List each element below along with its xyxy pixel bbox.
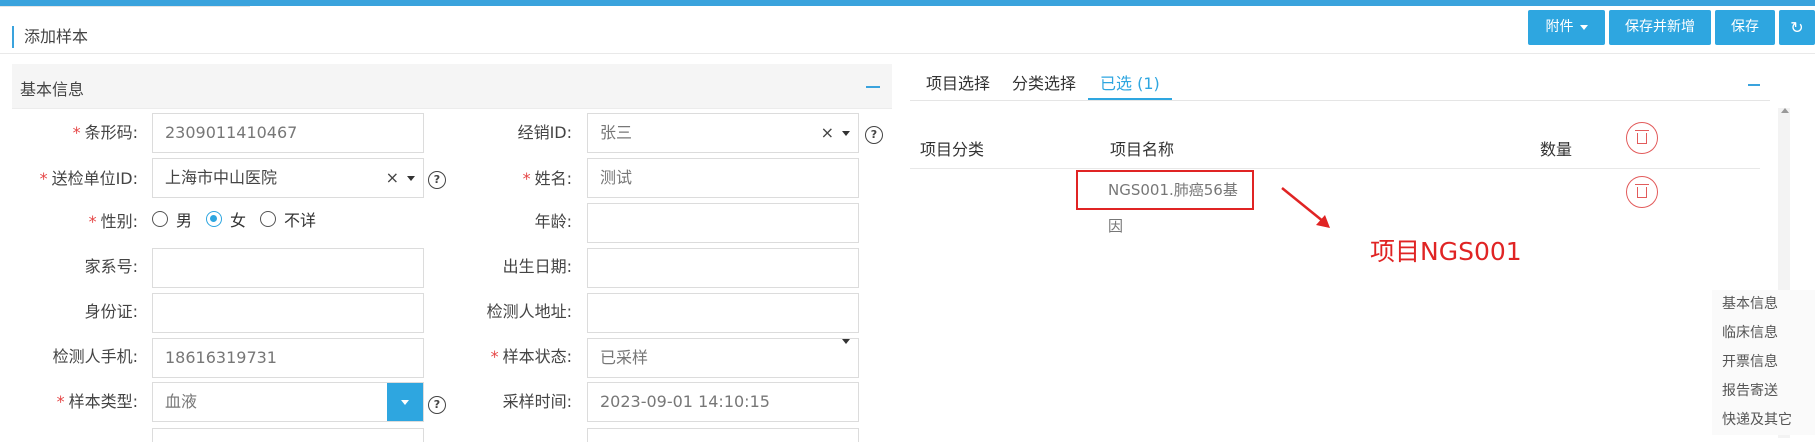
- side-nav-item-invoice[interactable]: 开票信息: [1712, 348, 1815, 377]
- table-row-name: NGS001.肺癌56基因: [1076, 170, 1254, 235]
- basic-info-title: 基本信息: [20, 80, 85, 99]
- side-nav-item-basic[interactable]: 基本信息: [1712, 290, 1815, 319]
- clear-icon[interactable]: ×: [821, 114, 834, 152]
- tab-selected[interactable]: 已选 (1): [1088, 70, 1172, 100]
- chevron-down-icon: [407, 175, 415, 181]
- collapse-icon[interactable]: [1748, 84, 1760, 86]
- toolbar: 附件 保存并新增 保存 ↻: [1528, 10, 1815, 45]
- radio-icon: [260, 211, 277, 227]
- sample-time-label: 采样时间:: [502, 392, 572, 411]
- unit-select[interactable]: 上海市中山医院 ×: [152, 158, 424, 198]
- idcard-label: 身份证:: [84, 302, 138, 321]
- sample-time-input[interactable]: 2023-09-01 14:10:15: [587, 382, 859, 422]
- side-nav-item-report[interactable]: 报告寄送: [1712, 377, 1815, 406]
- title-divider: [0, 53, 1815, 54]
- chevron-down-icon: [842, 339, 850, 344]
- side-nav: 基本信息 临床信息 开票信息 报告寄送 快递及其它: [1712, 290, 1815, 435]
- tab-project-select[interactable]: 项目选择: [926, 70, 990, 100]
- clear-icon[interactable]: ×: [386, 159, 399, 197]
- annotation-text: 项目NGS001: [1370, 237, 1522, 266]
- age-input[interactable]: [587, 203, 859, 243]
- top-accent-bar: [0, 0, 1815, 6]
- tab-bar: 项目选择 分类选择 已选 (1): [910, 62, 1770, 101]
- address-label: 检测人地址:: [486, 302, 572, 321]
- scroll-up-icon[interactable]: [1781, 108, 1789, 113]
- save-button[interactable]: 保存: [1715, 10, 1775, 45]
- gender-option-male[interactable]: 男: [152, 207, 192, 231]
- gender-option-female[interactable]: 女: [206, 207, 246, 231]
- barcode-label: * 条形码:: [72, 123, 138, 142]
- status-select[interactable]: 已采样: [587, 338, 859, 378]
- refresh-button[interactable]: ↻: [1779, 10, 1815, 45]
- col-qty: 数量: [1540, 140, 1573, 159]
- side-nav-item-express[interactable]: 快递及其它: [1712, 406, 1815, 435]
- col-name: 项目名称: [1110, 140, 1175, 159]
- family-input[interactable]: [152, 248, 424, 288]
- birth-label: 出生日期:: [502, 257, 572, 276]
- radio-checked-icon: [206, 211, 223, 227]
- attach-label: 附件: [1545, 19, 1574, 35]
- chevron-down-icon: [401, 399, 409, 405]
- unit-label: * 送检单位ID:: [39, 169, 138, 188]
- save-and-new-button[interactable]: 保存并新增: [1609, 10, 1711, 45]
- age-label: 年龄:: [534, 212, 572, 231]
- sales-id-select[interactable]: 张三 ×: [587, 113, 859, 153]
- type-select[interactable]: 血液: [152, 382, 424, 422]
- radio-icon: [152, 211, 168, 227]
- phone-input[interactable]: 18616319731: [152, 338, 424, 378]
- top-strip: [0, 6, 250, 7]
- gender-option-unknown[interactable]: 不详: [260, 207, 316, 231]
- page-title: 添加样本: [12, 26, 88, 48]
- idcard-input[interactable]: [152, 293, 424, 333]
- name-label: * 姓名:: [522, 169, 572, 188]
- name-input[interactable]: 测试: [587, 158, 859, 198]
- phone-label: 检测人手机:: [52, 347, 138, 366]
- side-nav-item-clinical[interactable]: 临床信息: [1712, 319, 1815, 348]
- table-header: 项目分类 项目名称 数量: [910, 122, 1760, 169]
- project-panel: 项目选择 分类选择 已选 (1) 项目分类 项目名称 数量 NGS001.肺癌5…: [910, 62, 1790, 438]
- attach-button[interactable]: 附件: [1528, 10, 1605, 45]
- annotation-arrow: [1281, 187, 1330, 228]
- next-row-input[interactable]: [152, 428, 424, 442]
- status-label: * 样本状态:: [490, 347, 572, 366]
- delete-row-button[interactable]: [1626, 176, 1658, 208]
- next-row-input[interactable]: [587, 428, 859, 442]
- col-category: 项目分类: [920, 140, 985, 159]
- delete-all-button[interactable]: [1626, 122, 1658, 154]
- collapse-icon[interactable]: [866, 86, 880, 88]
- trash-icon: [1635, 129, 1649, 144]
- refresh-icon: ↻: [1790, 18, 1804, 37]
- barcode-input[interactable]: 2309011410467: [152, 113, 424, 153]
- help-icon[interactable]: ?: [428, 396, 446, 414]
- help-icon[interactable]: ?: [865, 126, 883, 144]
- dropdown-toggle[interactable]: [387, 383, 423, 421]
- gender-label: * 性别:: [88, 212, 138, 231]
- type-label: * 样本类型:: [56, 392, 138, 411]
- birth-input[interactable]: [587, 248, 859, 288]
- tab-category-select[interactable]: 分类选择: [1012, 70, 1076, 100]
- basic-info-header: 基本信息: [12, 64, 892, 109]
- chevron-down-icon: [1579, 25, 1588, 30]
- help-icon[interactable]: ?: [428, 171, 446, 189]
- gender-radio-group: 男 女 不详: [152, 208, 322, 230]
- chevron-down-icon: [842, 130, 850, 136]
- address-input[interactable]: [587, 293, 859, 333]
- family-label: 家系号:: [84, 257, 138, 276]
- trash-icon: [1635, 183, 1649, 198]
- sales-id-label: 经销ID:: [517, 123, 572, 142]
